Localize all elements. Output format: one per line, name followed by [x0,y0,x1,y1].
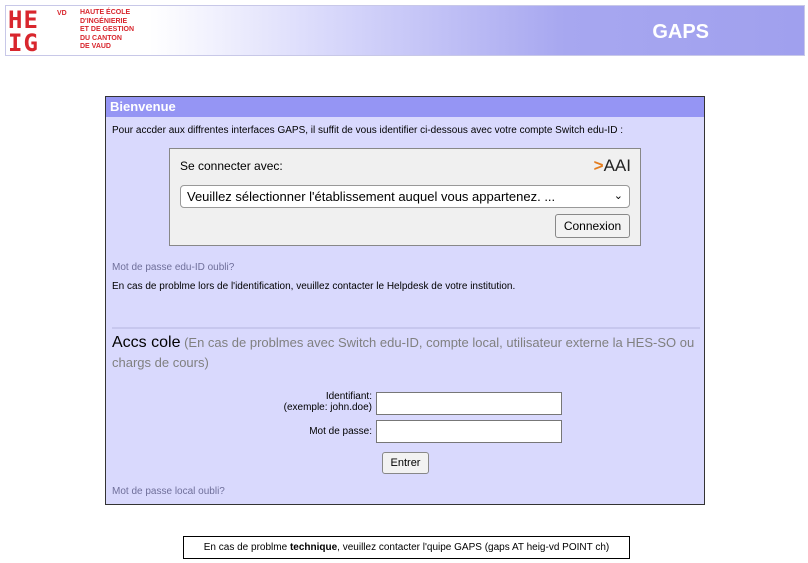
aai-logo: >AAI [593,156,631,175]
heig-logo-text: HAUTE ÉCOLE D'INGÉNIERIE ET DE GESTION D… [80,9,135,50]
institution-select-value: Veuillez sélectionner l'établissement au… [187,189,556,204]
identifiant-input[interactable] [376,392,562,415]
aai-arrow-icon: > [593,156,604,175]
aai-login-box: Se connecter avec: >AAI Veuillez sélecti… [169,148,641,246]
identifiant-label: Identifiant: (exemple: john.doe) [283,391,372,413]
welcome-panel: Bienvenue Pour accder aux diffrentes int… [105,96,705,505]
entrer-button[interactable]: Entrer [382,452,429,474]
password-input[interactable] [376,420,562,443]
page-header: HE IG VD HAUTE ÉCOLE D'INGÉNIERIE ET DE G… [5,5,805,56]
forgot-local-password-link[interactable]: Mot de passe local oubli? [112,486,225,497]
app-title: GAPS [652,21,709,43]
heig-logo-mark: HE IG [8,6,39,57]
intro-text: Pour accder aux diffrentes interfaces GA… [112,125,623,136]
connexion-button[interactable]: Connexion [555,214,630,238]
technical-contact-footer: En cas de problme technique, veuillez co… [183,536,630,559]
local-access-subtitle: (En cas de problmes avec Switch edu-ID, … [112,335,695,370]
local-access-title: Accs cole [112,334,181,351]
identification-help-text: En cas de problme lors de l'identificati… [112,281,516,292]
chevron-down-icon: ⌄ [613,190,623,202]
password-label: Mot de passe: [309,426,372,437]
local-access-heading: Accs cole (En cas de problmes avec Switc… [112,333,700,373]
aai-label: Se connecter avec: [180,159,283,173]
forgot-eduid-link[interactable]: Mot de passe edu-ID oubli? [112,262,234,273]
panel-title: Bienvenue [106,97,704,117]
heig-logo-vd: VD [57,10,67,17]
section-divider [112,327,700,329]
institution-select[interactable]: Veuillez sélectionner l'établissement au… [180,185,630,208]
